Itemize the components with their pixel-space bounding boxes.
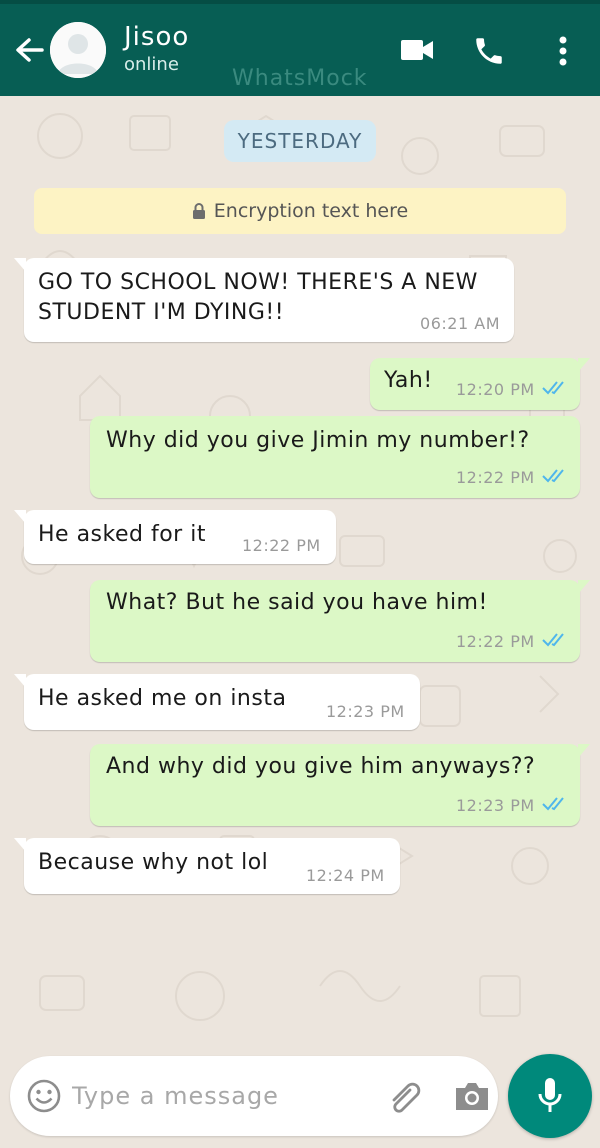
- more-options-button[interactable]: [554, 34, 572, 72]
- avatar[interactable]: [50, 22, 106, 78]
- message-composer: [10, 1056, 498, 1136]
- encryption-notice[interactable]: Encryption text here: [34, 188, 566, 234]
- attach-button[interactable]: [386, 1078, 426, 1120]
- mic-icon: [538, 1078, 562, 1112]
- camera-icon: [456, 1083, 488, 1110]
- message-text: And why did you give him anyways??: [106, 754, 536, 779]
- contact-name[interactable]: Jisoo: [124, 22, 189, 52]
- message-text: GO TO SCHOOL NOW! THERE'S A NEW STUDENT …: [38, 270, 478, 325]
- voice-message-button[interactable]: [508, 1054, 592, 1138]
- message-text: He asked for it: [38, 522, 206, 547]
- double-check-icon: [542, 633, 564, 647]
- message-time: 12:22 PM: [456, 632, 535, 651]
- phone-icon: [476, 38, 502, 64]
- app-watermark: WhatsMock: [232, 66, 368, 91]
- voice-call-button[interactable]: [472, 34, 506, 72]
- message-text: What? But he said you have him!: [106, 590, 488, 615]
- chat-header: Jisoo online WhatsMock: [0, 4, 600, 96]
- outgoing-message[interactable]: What? But he said you have him! 12:22 PM: [90, 580, 590, 662]
- double-check-icon: [542, 381, 564, 395]
- lock-icon: [192, 203, 205, 219]
- incoming-message[interactable]: He asked me on insta 12:23 PM: [14, 674, 420, 730]
- message-time: 12:20 PM: [456, 380, 535, 399]
- date-divider: YESTERDAY: [224, 120, 376, 162]
- back-arrow-icon: [16, 38, 44, 62]
- message-time: 06:21 AM: [420, 314, 500, 333]
- camera-button[interactable]: [454, 1080, 490, 1116]
- double-check-icon: [542, 797, 564, 811]
- double-check-icon: [542, 469, 564, 483]
- outgoing-message[interactable]: Why did you give Jimin my number!? 12:22…: [90, 416, 580, 498]
- outgoing-message[interactable]: Yah! 12:20 PM: [370, 358, 590, 410]
- incoming-message[interactable]: Because why not lol 12:24 PM: [14, 838, 400, 894]
- bubble-tail: [578, 580, 590, 594]
- message-text: Why did you give Jimin my number!?: [106, 428, 530, 453]
- emoji-button[interactable]: [26, 1078, 62, 1118]
- attach-icon: [392, 1082, 421, 1113]
- message-text: Yah!: [384, 368, 433, 393]
- bubble-tail: [14, 674, 26, 688]
- bubble-tail: [14, 838, 26, 852]
- bubble-tail: [578, 358, 590, 372]
- message-time: 12:22 PM: [456, 468, 535, 487]
- message-text: He asked me on insta: [38, 686, 287, 711]
- message-text: Because why not lol: [38, 850, 269, 875]
- message-time: 12:23 PM: [456, 796, 535, 815]
- emoji-icon: [27, 1079, 61, 1113]
- back-button[interactable]: [12, 30, 46, 70]
- default-avatar-icon: [50, 22, 106, 78]
- contact-status: online: [124, 54, 179, 75]
- video-call-button[interactable]: [400, 38, 434, 66]
- message-time: 12:23 PM: [326, 702, 405, 721]
- outgoing-message[interactable]: And why did you give him anyways?? 12:23…: [90, 744, 590, 826]
- more-options-icon: [559, 36, 567, 66]
- encryption-notice-text: Encryption text here: [213, 200, 409, 222]
- message-time: 12:24 PM: [306, 866, 385, 885]
- bubble-tail: [578, 744, 590, 758]
- bubble-tail: [14, 258, 26, 272]
- incoming-message[interactable]: GO TO SCHOOL NOW! THERE'S A NEW STUDENT …: [14, 258, 514, 342]
- message-time: 12:22 PM: [242, 536, 321, 555]
- message-input[interactable]: [72, 1074, 362, 1118]
- video-call-icon: [401, 40, 433, 60]
- incoming-message[interactable]: He asked for it 12:22 PM: [14, 510, 336, 564]
- bubble-tail: [14, 510, 26, 524]
- chat-area[interactable]: YESTERDAY Encryption text here GO TO SCH…: [0, 96, 600, 1148]
